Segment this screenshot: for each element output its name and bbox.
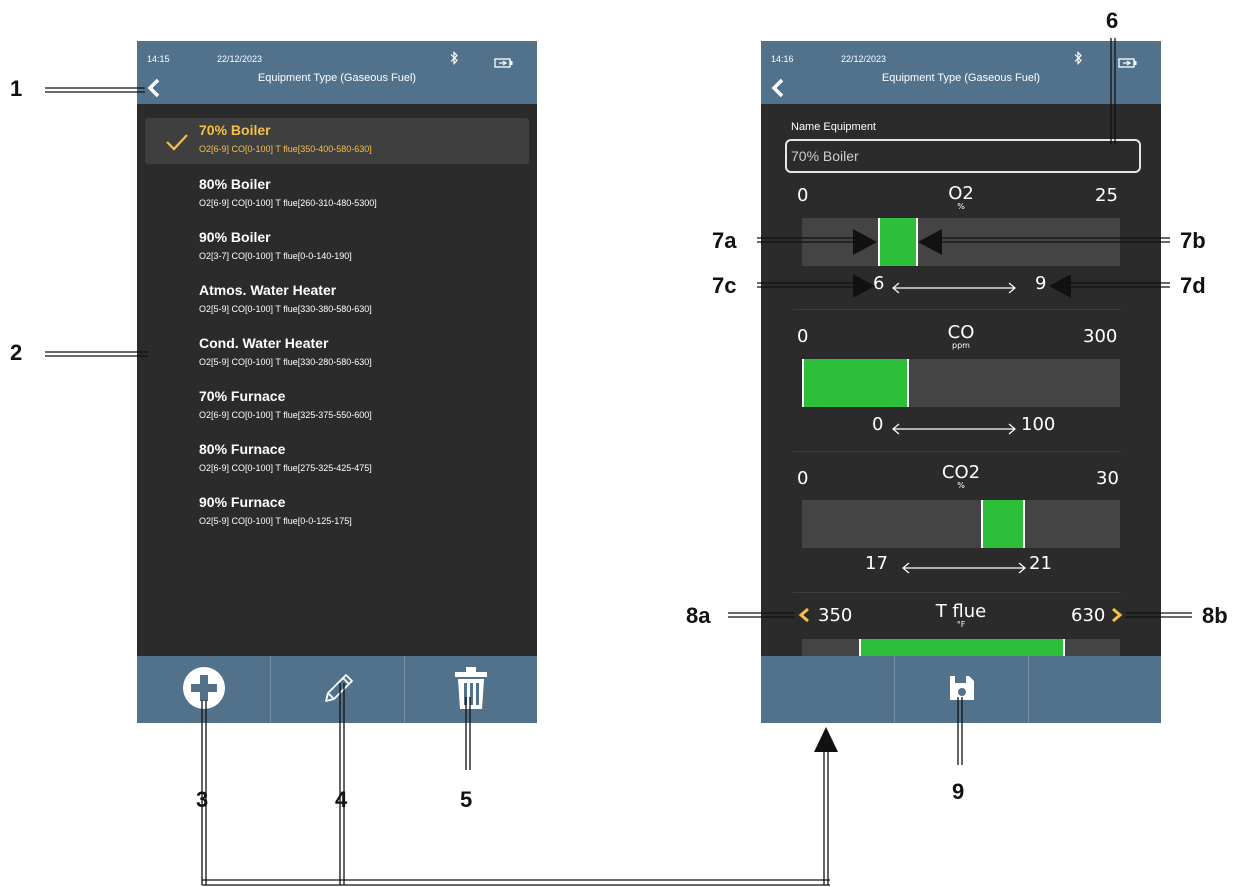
- callout-7b: 7b: [1180, 228, 1206, 253]
- callout-5: 5: [460, 787, 473, 812]
- callout-4: 4: [335, 787, 348, 812]
- callout-6: 6: [1106, 8, 1119, 33]
- callout-3: 3: [196, 787, 209, 812]
- callout-7a: 7a: [712, 228, 737, 253]
- callout-2: 2: [10, 340, 23, 365]
- callout-8a: 8a: [686, 603, 711, 628]
- callout-7d: 7d: [1180, 273, 1206, 298]
- callout-lines: [45, 38, 1192, 886]
- callout-1: 1: [10, 76, 23, 101]
- callout-7c: 7c: [712, 273, 737, 298]
- callout-9: 9: [952, 779, 965, 804]
- callout-8b: 8b: [1202, 603, 1228, 628]
